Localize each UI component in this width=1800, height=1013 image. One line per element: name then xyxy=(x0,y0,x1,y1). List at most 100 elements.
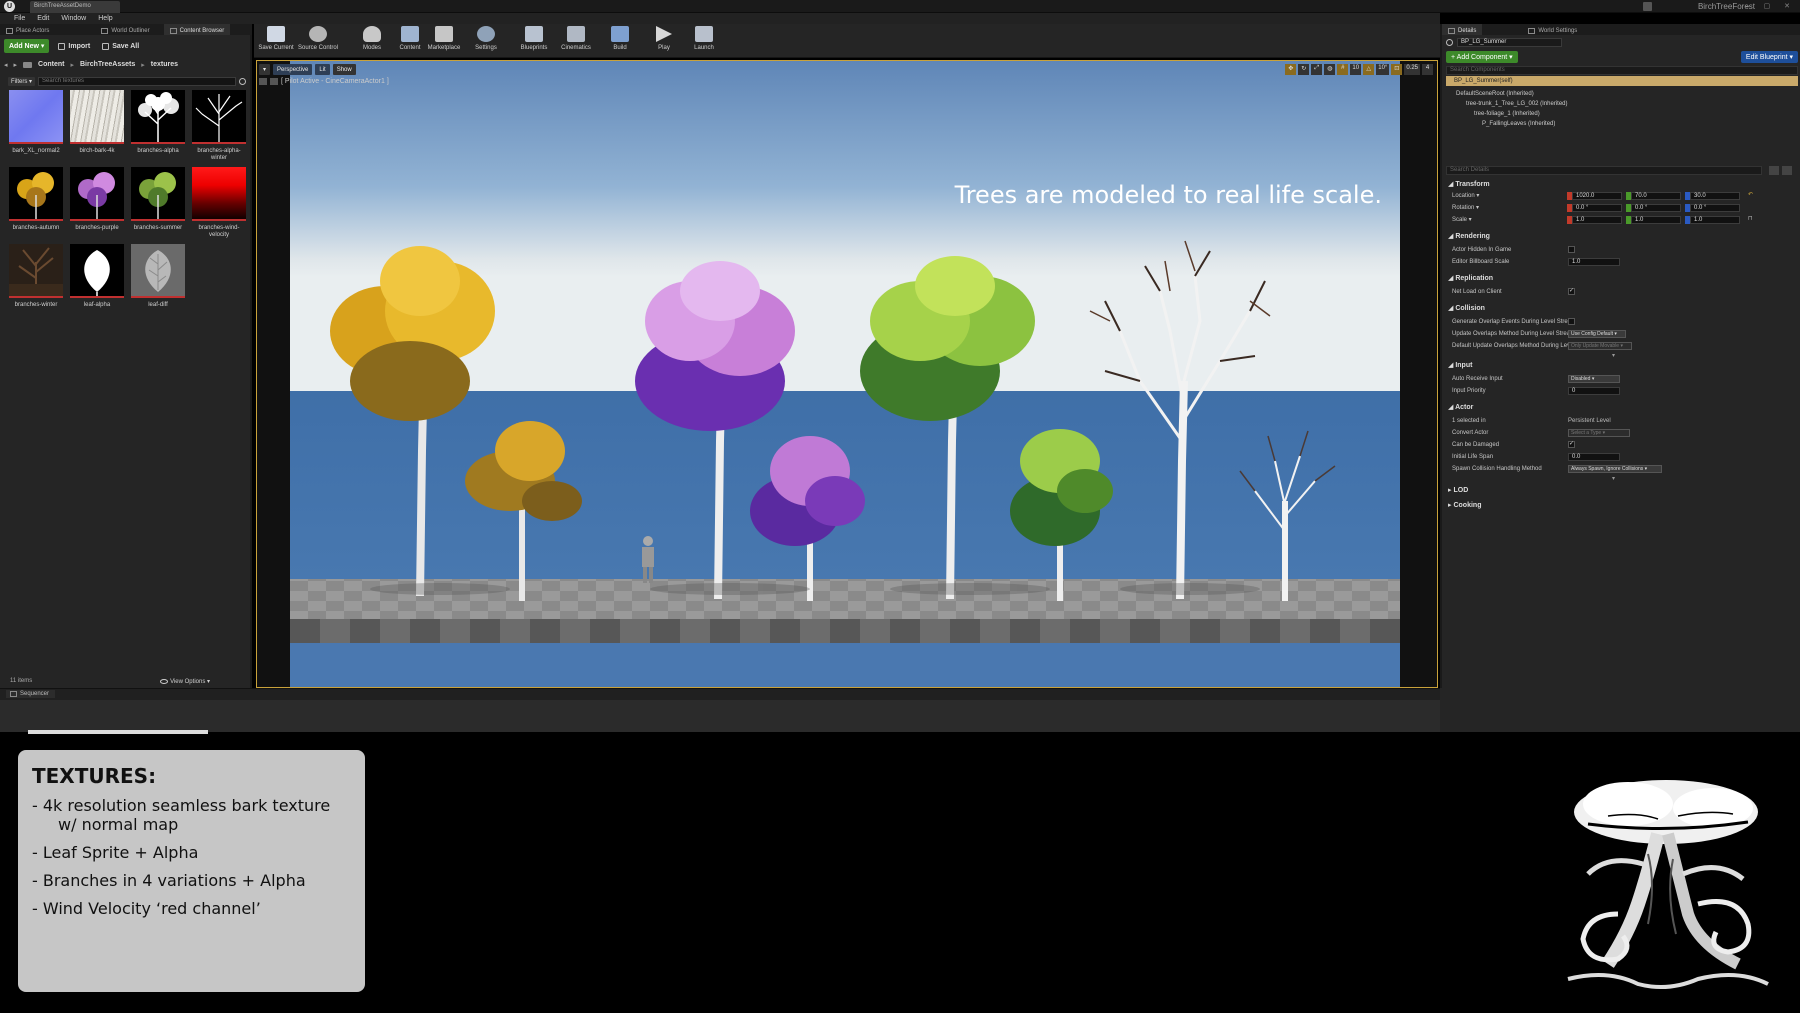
auto-receive-dropdown[interactable]: Disabled ▾ xyxy=(1568,375,1620,383)
camera-speed-value[interactable]: 4 xyxy=(1422,64,1433,75)
settings-button[interactable]: Settings xyxy=(466,26,506,56)
marketplace-button[interactable]: Marketplace xyxy=(424,26,464,56)
scale-snap-value[interactable]: 0.25 xyxy=(1404,64,1420,75)
rotation-y-field[interactable]: 0.0 ° xyxy=(1631,204,1681,212)
category-actor[interactable]: ◢ Actor xyxy=(1446,402,1798,413)
filters-button[interactable]: Filters ▾ xyxy=(8,76,36,86)
property-matrix-icon[interactable] xyxy=(1769,166,1779,175)
asset-tile[interactable]: leaf-diff xyxy=(131,244,185,316)
asset-tile[interactable]: branches-autumn xyxy=(9,167,63,239)
component-tree-item[interactable]: DefaultSceneRoot (Inherited) xyxy=(1456,90,1534,98)
search-icon[interactable] xyxy=(239,77,246,85)
advanced-expand-icon[interactable]: ▾ xyxy=(1612,475,1615,482)
asset-tile[interactable]: branches-alpha-winter xyxy=(192,90,246,162)
grid-snap-icon[interactable]: # xyxy=(1337,64,1349,75)
level-viewport[interactable]: ▾ Perspective Lit Show [ Pilot Active - … xyxy=(256,60,1438,688)
rotation-snap-value[interactable]: 10° xyxy=(1376,64,1390,75)
category-transform[interactable]: ◢ Transform xyxy=(1446,179,1798,190)
category-replication[interactable]: ◢ Replication xyxy=(1446,273,1798,284)
modes-button[interactable]: Modes xyxy=(352,26,392,56)
convert-actor-dropdown[interactable]: Select a Type ▾ xyxy=(1568,429,1630,437)
rotation-x-field[interactable]: 0.0 ° xyxy=(1572,204,1622,212)
add-component-button[interactable]: + Add Component ▾ xyxy=(1446,51,1518,63)
component-self-row[interactable]: BP_LG_Summer(self) xyxy=(1446,76,1798,86)
rotation-z-field[interactable]: 0.0 ° xyxy=(1690,204,1740,212)
scale-icon[interactable]: ⤢ xyxy=(1311,64,1323,75)
default-update-dropdown[interactable]: Only Update Movable ▾ xyxy=(1568,342,1632,350)
scale-y-field[interactable]: 1.0 xyxy=(1631,216,1681,224)
location-z-field[interactable]: 30.0 xyxy=(1690,192,1740,200)
add-new-button[interactable]: Add New ▾ xyxy=(4,39,50,53)
advanced-expand-icon[interactable]: ▾ xyxy=(1612,352,1615,359)
eye-icon[interactable] xyxy=(1782,166,1792,175)
can-be-damaged-checkbox[interactable]: ✓ xyxy=(1568,441,1575,448)
category-rendering[interactable]: ◢ Rendering xyxy=(1446,231,1798,242)
billboard-scale-field[interactable]: 1.0 xyxy=(1568,258,1620,266)
tab-world-outliner[interactable]: World Outliner xyxy=(95,24,155,35)
menu-window[interactable]: Window xyxy=(55,13,92,24)
scale-snap-icon[interactable]: ⊡ xyxy=(1391,64,1403,75)
menu-edit[interactable]: Edit xyxy=(31,13,55,24)
breadcrumb-content[interactable]: Content xyxy=(38,61,64,68)
asset-search-input[interactable] xyxy=(38,76,236,86)
blueprints-button[interactable]: Blueprints xyxy=(514,26,554,56)
category-lod[interactable]: ▸ LOD xyxy=(1446,485,1798,496)
breadcrumb-birchtreeassets[interactable]: BirchTreeAssets xyxy=(80,61,135,68)
net-load-checkbox[interactable]: ✓ xyxy=(1568,288,1575,295)
rotate-icon[interactable]: ↻ xyxy=(1298,64,1310,75)
scale-x-field[interactable]: 1.0 xyxy=(1572,216,1622,224)
asset-tile[interactable]: birch-bark-4k xyxy=(70,90,124,162)
category-collision[interactable]: ◢ Collision xyxy=(1446,303,1798,314)
build-button[interactable]: Build xyxy=(600,26,640,56)
tab-sequencer[interactable]: Sequencer xyxy=(6,690,56,698)
level-tab[interactable]: BirchTreeAssetDemo xyxy=(30,1,120,13)
spawn-collision-dropdown[interactable]: Always Spawn, Ignore Collisions ▾ xyxy=(1568,465,1662,473)
import-button[interactable]: Import xyxy=(55,40,93,53)
sequencer-scrollbar[interactable] xyxy=(28,730,208,734)
breadcrumb-textures[interactable]: textures xyxy=(151,61,178,68)
menu-file[interactable]: File xyxy=(8,13,31,24)
asset-tile[interactable]: branches-purple xyxy=(70,167,124,239)
source-control-button[interactable]: Source Control xyxy=(298,26,338,56)
forward-arrow-icon[interactable]: ▸ xyxy=(14,61,18,69)
view-options-button[interactable]: View Options ▾ xyxy=(160,678,210,685)
location-label[interactable]: Location ▾ xyxy=(1452,192,1479,200)
grid-snap-value[interactable]: 10 xyxy=(1350,64,1362,75)
save-current-button[interactable]: Save Current xyxy=(256,26,296,56)
rotation-label[interactable]: Rotation ▾ xyxy=(1452,204,1479,212)
search-details-input[interactable]: Search Details xyxy=(1446,166,1762,175)
scale-z-field[interactable]: 1.0 xyxy=(1690,216,1740,224)
world-icon[interactable]: ◍ xyxy=(1324,64,1336,75)
asset-tile[interactable]: bark_XL_normal2 xyxy=(9,90,63,162)
folder-icon[interactable] xyxy=(23,61,33,68)
window-controls[interactable]: – ▢ ✕ xyxy=(1746,2,1796,10)
reset-to-default-icon[interactable]: ↶ xyxy=(1748,191,1753,199)
perspective-button[interactable]: Perspective xyxy=(273,64,313,75)
tab-place-actors[interactable]: Place Actors xyxy=(0,24,55,35)
asset-tile[interactable]: branches-winter xyxy=(9,244,63,316)
lock-icon[interactable]: ⊓ xyxy=(1748,215,1753,223)
viewport-options-icon[interactable]: ▾ xyxy=(259,64,271,75)
back-arrow-icon[interactable]: ◂ xyxy=(4,61,8,69)
camera-icon[interactable] xyxy=(259,78,267,85)
location-x-field[interactable]: 1020.0 xyxy=(1572,192,1622,200)
cinematics-button[interactable]: Cinematics xyxy=(556,26,596,56)
tab-world-settings[interactable]: World Settings xyxy=(1522,24,1583,35)
launch-button[interactable]: Launch xyxy=(684,26,724,56)
asset-tile[interactable]: branches-wind-velocity xyxy=(192,167,246,239)
location-y-field[interactable]: 70.0 xyxy=(1631,192,1681,200)
show-button[interactable]: Show xyxy=(332,64,356,75)
lit-button[interactable]: Lit xyxy=(315,64,330,75)
asset-tile[interactable]: leaf-alpha xyxy=(70,244,124,316)
tab-details[interactable]: Details xyxy=(1442,24,1483,35)
asset-tile[interactable]: branches-summer xyxy=(131,167,185,239)
tab-content-browser[interactable]: Content Browser xyxy=(163,24,231,35)
transform-icon[interactable]: ✥ xyxy=(1285,64,1297,75)
actor-hidden-checkbox[interactable] xyxy=(1568,246,1575,253)
sequencer-panel[interactable] xyxy=(0,700,1440,732)
update-overlap-dropdown[interactable]: Use Config Default ▾ xyxy=(1568,330,1626,338)
edit-blueprint-button[interactable]: Edit Blueprint ▾ xyxy=(1740,51,1798,63)
menu-help[interactable]: Help xyxy=(92,13,118,24)
actor-name-field[interactable]: BP_LG_Summer xyxy=(1457,37,1562,47)
category-cooking[interactable]: ▸ Cooking xyxy=(1446,500,1798,511)
